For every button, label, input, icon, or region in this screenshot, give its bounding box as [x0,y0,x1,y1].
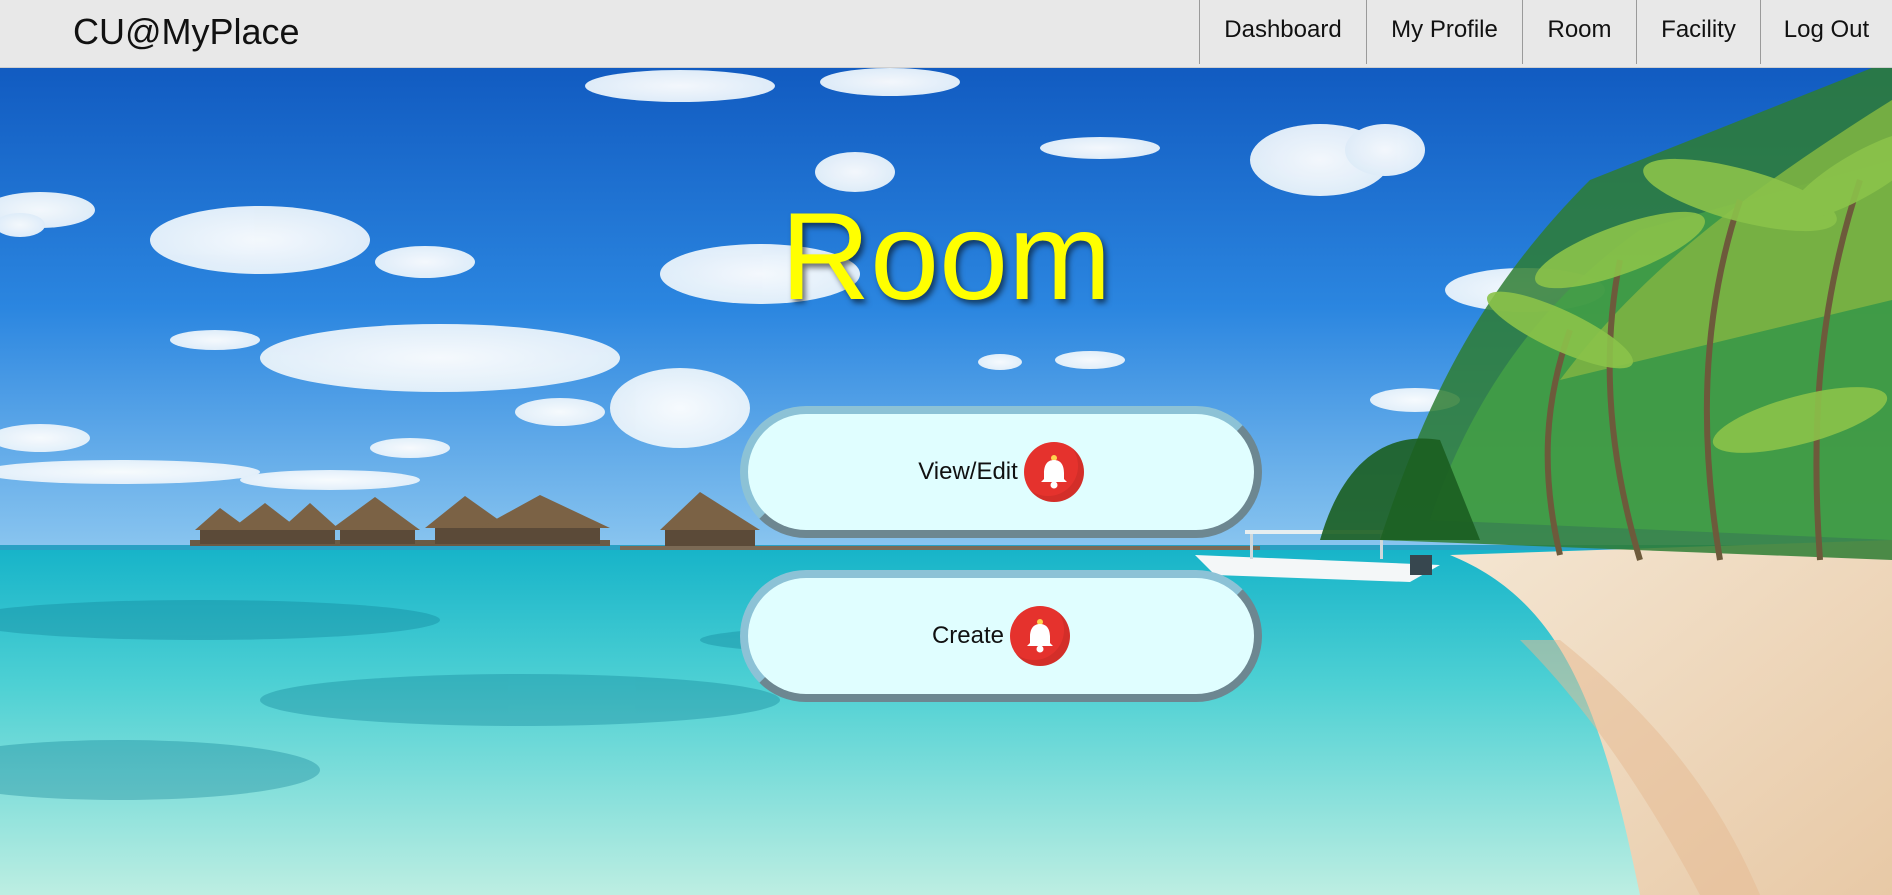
nav-links: Dashboard My Profile Room Facility Log O… [1199,0,1892,64]
nav-link-log-out[interactable]: Log Out [1760,0,1892,64]
top-navbar: CU@MyPlace Dashboard My Profile Room Fac… [0,0,1892,68]
brand-logo-text[interactable]: CU@MyPlace [73,0,300,64]
nav-link-dashboard[interactable]: Dashboard [1199,0,1366,64]
create-button[interactable]: Create [740,570,1262,702]
nav-link-room[interactable]: Room [1522,0,1636,64]
nav-link-my-profile[interactable]: My Profile [1366,0,1522,64]
bell-icon [1023,442,1084,502]
create-label: Create [931,622,1005,649]
page-title: Room [780,188,1112,326]
nav-link-facility[interactable]: Facility [1636,0,1760,64]
view-edit-label: View/Edit [918,458,1018,485]
view-edit-button[interactable]: View/Edit [740,406,1262,538]
bell-icon [1010,606,1071,666]
